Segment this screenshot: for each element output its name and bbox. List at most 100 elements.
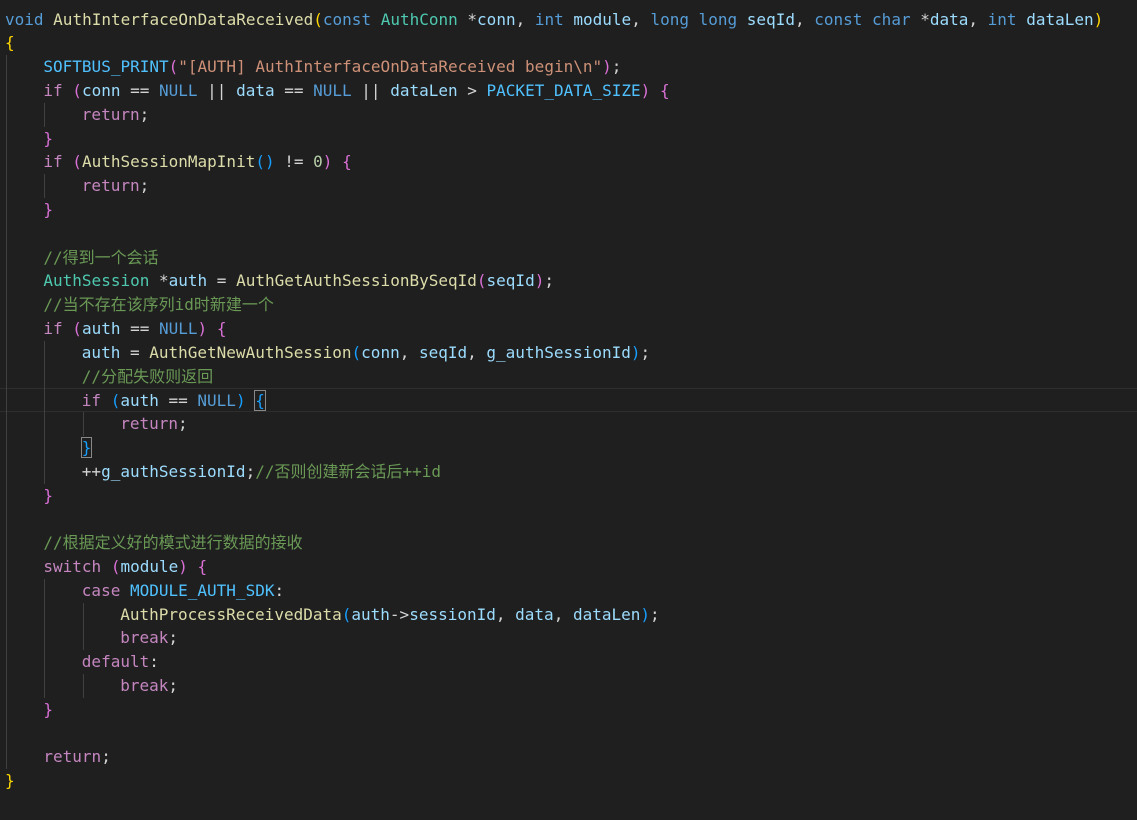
code-token: data <box>515 604 554 624</box>
code-token: , <box>515 9 535 29</box>
code-line[interactable]: case MODULE_AUTH_SDK: <box>0 579 1137 603</box>
code-line[interactable]: } <box>0 769 1137 793</box>
code-line-text: break; <box>120 626 178 650</box>
code-line[interactable]: AuthProcessReceivedData(auth->sessionId,… <box>0 603 1137 627</box>
code-token: 0 <box>313 152 323 172</box>
code-token: AuthSession <box>43 271 150 291</box>
matched-bracket: { <box>254 390 266 412</box>
code-token: == <box>274 81 314 100</box>
code-token: ) <box>630 342 641 362</box>
code-token: ; <box>544 271 554 291</box>
code-token: ; <box>640 342 651 362</box>
code-token: ; <box>177 414 188 434</box>
code-line[interactable]: //根据定义好的模式进行数据的接收 <box>0 531 1137 555</box>
code-token: == <box>120 319 159 338</box>
code-token: seqId <box>418 342 468 362</box>
code-line[interactable] <box>0 507 1137 531</box>
code-line[interactable]: } <box>0 198 1137 222</box>
code-line[interactable]: } <box>0 484 1137 508</box>
code-line-text: void AuthInterfaceOnDataReceived(const A… <box>5 8 1103 32</box>
code-token: } <box>43 485 54 505</box>
code-line[interactable]: { <box>0 31 1137 55</box>
code-line[interactable]: //得到一个会话 <box>0 246 1137 270</box>
code-token: return <box>120 414 178 434</box>
code-line[interactable] <box>0 222 1137 246</box>
code-line[interactable]: return; <box>0 103 1137 127</box>
code-line[interactable]: return; <box>0 174 1137 198</box>
code-token: ( <box>351 342 362 362</box>
code-token: AuthSessionMapInit <box>81 152 256 172</box>
code-token: return <box>81 104 140 124</box>
code-token: ) <box>602 57 612 77</box>
code-line[interactable]: if (AuthSessionMapInit() != 0) { <box>0 150 1137 174</box>
code-line[interactable]: //分配失败则返回 <box>0 365 1137 389</box>
code-token: auth <box>81 319 121 338</box>
code-line-text: AuthSession *auth = AuthGetAuthSessionBy… <box>43 269 554 293</box>
code-line-text: //根据定义好的模式进行数据的接收 <box>43 531 302 555</box>
code-token: ) <box>197 319 208 338</box>
code-line-text: } <box>80 436 93 460</box>
code-line-text: return; <box>82 174 149 198</box>
code-token: AuthGetAuthSessionBySeqId <box>236 271 477 291</box>
code-token: ) <box>235 391 246 411</box>
code-line[interactable]: if (conn == NULL || data == NULL || data… <box>0 79 1137 103</box>
code-token: case <box>81 580 121 600</box>
code-token: ; <box>101 747 111 767</box>
code-line[interactable]: auth = AuthGetNewAuthSession(conn, seqId… <box>0 341 1137 365</box>
code-editor[interactable]: void AuthInterfaceOnDataReceived(const A… <box>0 0 1137 820</box>
code-token: ) <box>322 152 333 172</box>
code-token: seqId <box>746 9 795 29</box>
code-line[interactable]: if (auth == NULL) { <box>0 317 1137 341</box>
code-line[interactable]: AuthSession *auth = AuthGetAuthSessionBy… <box>0 269 1137 293</box>
code-line[interactable]: } <box>0 436 1137 460</box>
code-line[interactable]: ++g_authSessionId;//否则创建新会话后++id <box>0 460 1137 484</box>
code-token: //当不存在该序列id时新建一个 <box>43 295 274 315</box>
code-token: void <box>5 9 44 29</box>
code-line[interactable]: break; <box>0 674 1137 698</box>
code-token: module <box>120 557 179 576</box>
code-token: module <box>573 9 632 29</box>
code-line[interactable]: break; <box>0 626 1137 650</box>
code-line-text: AuthProcessReceivedData(auth->sessionId,… <box>120 603 659 627</box>
code-token: ) <box>1093 9 1104 29</box>
code-token: ++ <box>81 461 102 481</box>
code-line[interactable] <box>0 722 1137 746</box>
code-line[interactable]: return; <box>0 745 1137 769</box>
code-token: { <box>216 319 227 338</box>
code-token: //得到一个会话 <box>43 247 159 267</box>
code-line[interactable]: return; <box>0 412 1137 436</box>
code-token: g_authSessionId <box>486 342 631 362</box>
indent-guide <box>44 578 46 698</box>
code-token: AuthProcessReceivedData <box>120 604 342 624</box>
code-token: dataLen <box>572 604 641 624</box>
code-token: conn <box>477 9 516 29</box>
code-line[interactable]: } <box>0 127 1137 151</box>
code-line[interactable]: } <box>0 698 1137 722</box>
code-token: , <box>794 9 815 29</box>
code-line[interactable]: default: <box>0 650 1137 674</box>
code-line[interactable]: //当不存在该序列id时新建一个 <box>0 293 1137 317</box>
indent-guide <box>82 674 84 698</box>
code-token: dataLen <box>390 81 458 100</box>
code-token: NULL <box>313 81 352 100</box>
code-line-text: //得到一个会话 <box>43 246 158 270</box>
code-line-text: SOFTBUS_PRINT("[AUTH] AuthInterfaceOnDat… <box>43 55 621 79</box>
code-token: if <box>43 81 63 100</box>
code-token: AuthInterfaceOnDataReceived <box>53 9 314 29</box>
code-line[interactable]: if (auth == NULL) { <box>0 388 1137 413</box>
code-line[interactable]: SOFTBUS_PRINT("[AUTH] AuthInterfaceOnDat… <box>0 55 1137 79</box>
code-line-text: //当不存在该序列id时新建一个 <box>43 293 274 317</box>
code-line[interactable]: void AuthInterfaceOnDataReceived(const A… <box>0 8 1137 32</box>
code-line[interactable]: switch (module) { <box>0 555 1137 579</box>
code-line-text: if (AuthSessionMapInit() != 0) { <box>43 150 351 174</box>
code-token: ( <box>255 152 265 172</box>
